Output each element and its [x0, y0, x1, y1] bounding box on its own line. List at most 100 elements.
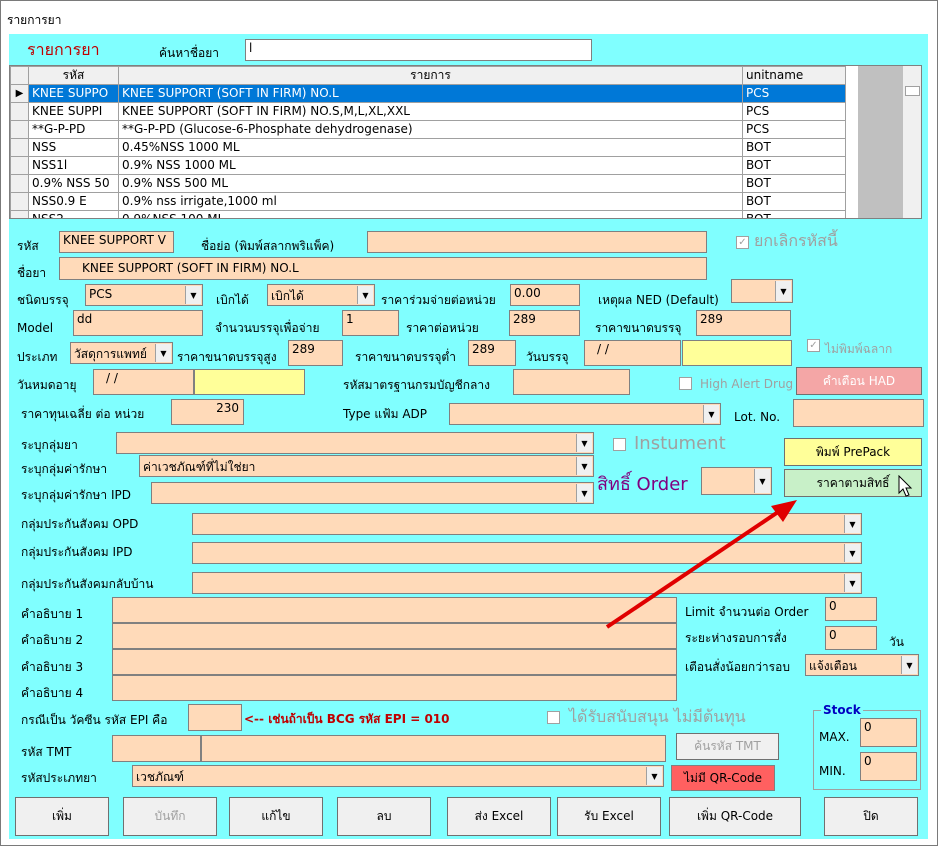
cell-code[interactable]: NSS — [28, 138, 119, 157]
cell-unit[interactable]: PCS — [742, 102, 846, 121]
tmt-name-field[interactable] — [201, 735, 666, 762]
treatment-group-ipd-select[interactable]: ▼ — [151, 482, 594, 504]
had-warning-button[interactable]: คำเตือน HAD — [796, 367, 922, 395]
row-selector[interactable] — [10, 174, 29, 193]
epi-field[interactable] — [188, 704, 242, 731]
row-selector[interactable] — [10, 138, 29, 157]
table-row[interactable]: NSS1l 0.9% NSS 1000 ML BOT — [10, 156, 846, 175]
chevron-down-icon[interactable]: ▼ — [576, 457, 592, 475]
drug-group-select[interactable]: ▼ — [116, 432, 594, 454]
code-field[interactable]: KNEE SUPPORT V — [59, 231, 174, 253]
unit-price-field[interactable]: 289 — [509, 310, 580, 336]
chevron-down-icon[interactable]: ▼ — [775, 281, 791, 301]
std-code-field[interactable] — [513, 369, 630, 395]
lot-field[interactable] — [793, 399, 924, 427]
cell-code[interactable]: **G-P-PD — [28, 120, 119, 139]
cell-code[interactable]: 0.9% NSS 50 — [28, 174, 119, 193]
cell-name[interactable]: 0.9% nss irrigate,1000 ml — [118, 192, 743, 211]
support-checkbox[interactable] — [547, 711, 560, 724]
save-button[interactable]: บันทึก — [123, 797, 217, 836]
desc2-field[interactable] — [112, 623, 677, 649]
pack-price-field[interactable]: 289 — [696, 310, 791, 336]
cell-code[interactable]: NSS0.9 E — [28, 192, 119, 211]
desc1-field[interactable] — [112, 597, 677, 623]
row-selector[interactable] — [10, 210, 29, 218]
ned-select[interactable]: ▼ — [731, 279, 793, 303]
print-prepack-button[interactable]: พิมพ์ PrePack — [784, 438, 922, 466]
table-row[interactable]: **G-P-PD **G-P-PD (Glucose-6-Phosphate d… — [10, 120, 846, 139]
table-row[interactable]: NSS0.9 E 0.9% nss irrigate,1000 ml BOT — [10, 192, 846, 211]
qty-pack-field[interactable]: 1 — [342, 310, 399, 336]
cell-name[interactable]: 0.9%NSS 100 ML — [118, 210, 743, 218]
copay-field[interactable]: 0.00 — [510, 284, 580, 306]
category-select[interactable]: เวชภัณฑ์ ▼ — [132, 765, 664, 787]
table-row[interactable]: NSS 0.45%NSS 1000 ML BOT — [10, 138, 846, 157]
treatment-group-select[interactable]: ค่าเวชภัณฑ์ที่ไม่ใช่ยา ▼ — [139, 455, 594, 477]
scroll-thumb[interactable] — [905, 86, 920, 96]
cell-name[interactable]: 0.9% NSS 1000 ML — [118, 156, 743, 175]
limit-field[interactable]: 0 — [825, 597, 877, 621]
search-input[interactable]: l — [245, 39, 592, 61]
chevron-down-icon[interactable]: ▼ — [754, 469, 770, 493]
row-selector[interactable] — [10, 120, 29, 139]
warn-select[interactable]: แจ้งเตือน ▼ — [805, 654, 919, 676]
cell-code[interactable]: KNEE SUPPI — [28, 102, 119, 121]
chevron-down-icon[interactable]: ▼ — [357, 286, 373, 304]
cell-code[interactable]: NSS2 — [28, 210, 119, 218]
min-pack-price-field[interactable]: 289 — [468, 340, 516, 366]
cell-code[interactable]: NSS1l — [28, 156, 119, 175]
desc3-field[interactable] — [112, 649, 677, 675]
chevron-down-icon[interactable]: ▼ — [703, 405, 719, 423]
expiry-field[interactable]: / / — [93, 369, 194, 395]
short-name-field[interactable] — [367, 231, 707, 253]
table-row[interactable]: 0.9% NSS 50 0.9% NSS 500 ML BOT — [10, 174, 846, 193]
table-row[interactable]: ▶ KNEE SUPPO KNEE SUPPORT (SOFT IN FIRM)… — [10, 84, 846, 103]
high-alert-checkbox[interactable] — [679, 377, 692, 390]
column-header-unit[interactable]: unitname — [742, 66, 846, 85]
cell-unit[interactable]: BOT — [742, 210, 846, 218]
close-button[interactable]: ปิด — [824, 797, 918, 836]
table-row[interactable]: NSS2 0.9%NSS 100 ML BOT — [10, 210, 846, 218]
grid-scrollbar[interactable] — [902, 66, 921, 218]
max-pack-price-field[interactable]: 289 — [288, 340, 343, 366]
row-selector[interactable] — [10, 102, 29, 121]
add-button[interactable]: เพิ่ม — [15, 797, 109, 836]
stock-min-field[interactable]: 0 — [860, 752, 917, 781]
export-excel-button[interactable]: ส่ง Excel — [447, 797, 551, 836]
cell-unit[interactable]: BOT — [742, 174, 846, 193]
cell-name[interactable]: KNEE SUPPORT (SOFT IN FIRM) NO.L — [118, 84, 743, 103]
cell-unit[interactable]: BOT — [742, 138, 846, 157]
drug-name-field[interactable]: KNEE SUPPORT (SOFT IN FIRM) NO.L — [59, 257, 707, 280]
chevron-down-icon[interactable]: ▼ — [185, 286, 201, 304]
chevron-down-icon[interactable]: ▼ — [901, 656, 917, 674]
chevron-down-icon[interactable]: ▼ — [155, 344, 171, 362]
tmt-search-button[interactable]: ค้นรหัส TMT — [676, 733, 779, 760]
cell-name[interactable]: 0.45%NSS 1000 ML — [118, 138, 743, 157]
instrument-checkbox[interactable] — [613, 438, 626, 451]
pack-date-field[interactable]: / / — [584, 340, 681, 366]
table-row[interactable]: KNEE SUPPI KNEE SUPPORT (SOFT IN FIRM) N… — [10, 102, 846, 121]
delete-button[interactable]: ลบ — [337, 797, 431, 836]
avg-cost-field[interactable]: 230 — [171, 399, 244, 425]
drug-grid[interactable]: รหัส รายการ unitname ▶ KNEE SUPPO KNEE S… — [9, 65, 922, 219]
cell-name[interactable]: **G-P-PD (Glucose-6-Phosphate dehydrogen… — [118, 120, 743, 139]
cancel-code-checkbox[interactable]: ✓ — [736, 236, 749, 249]
column-header-name[interactable]: รายการ — [118, 66, 743, 85]
model-field[interactable]: dd — [73, 310, 203, 336]
edit-button[interactable]: แก้ไข — [229, 797, 323, 836]
stock-max-field[interactable]: 0 — [860, 718, 917, 747]
order-right-select[interactable]: ▼ — [701, 467, 772, 495]
cell-name[interactable]: 0.9% NSS 500 ML — [118, 174, 743, 193]
no-print-label-checkbox[interactable]: ✓ — [807, 339, 820, 352]
cell-unit[interactable]: PCS — [742, 84, 846, 103]
desc4-field[interactable] — [112, 675, 677, 701]
cell-unit[interactable]: PCS — [742, 120, 846, 139]
chevron-down-icon[interactable]: ▼ — [844, 515, 860, 533]
column-header-code[interactable]: รหัส — [28, 66, 119, 85]
add-qr-code-button[interactable]: เพิ่ม QR-Code — [669, 797, 801, 836]
cell-unit[interactable]: BOT — [742, 192, 846, 211]
row-selector[interactable] — [10, 192, 29, 211]
pack-date-extra[interactable] — [682, 340, 792, 366]
reimbursable-select[interactable]: เบิกได้ ▼ — [267, 284, 375, 306]
cell-code[interactable]: KNEE SUPPO — [28, 84, 119, 103]
